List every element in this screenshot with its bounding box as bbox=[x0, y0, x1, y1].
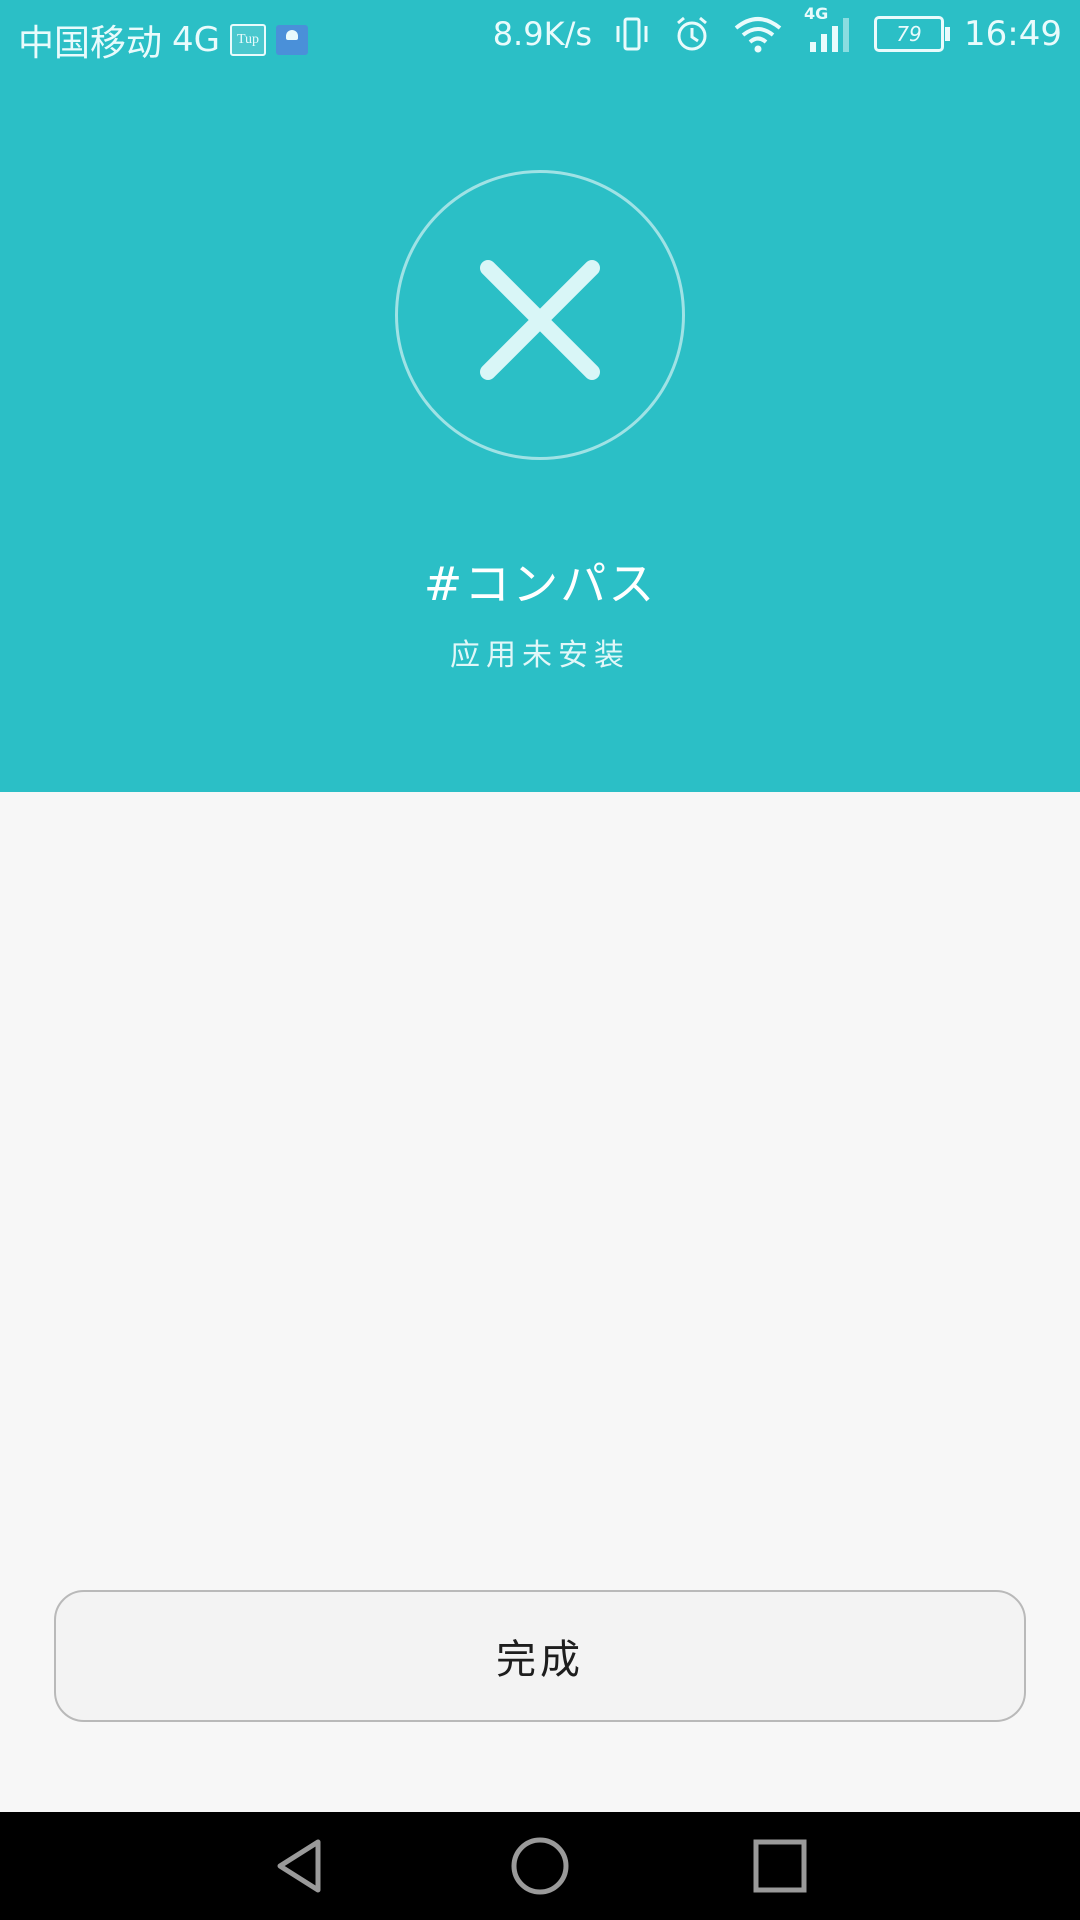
signal-4g-tag: 4G bbox=[804, 4, 829, 23]
install-status-text: 应用未安装 bbox=[450, 638, 630, 673]
x-icon bbox=[480, 260, 600, 380]
network-speed: 8.9K/s bbox=[492, 15, 593, 53]
result-header: 中国移动 4G Tup 8.9K/s 4G 79 16:49 #コンパス 应用未… bbox=[0, 0, 1080, 792]
battery-icon: 79 bbox=[874, 16, 951, 52]
wifi-icon bbox=[732, 14, 784, 54]
recents-icon[interactable] bbox=[748, 1834, 812, 1898]
home-icon[interactable] bbox=[508, 1834, 572, 1898]
tup-app-icon: Tup bbox=[230, 24, 266, 56]
health-app-icon bbox=[276, 25, 308, 55]
network-type: 4G bbox=[172, 20, 220, 60]
app-name: #コンパス bbox=[423, 557, 657, 611]
cell-signal-icon: 4G bbox=[804, 4, 854, 54]
navigation-bar bbox=[0, 1812, 1080, 1920]
carrier-label: 中国移动 bbox=[18, 23, 163, 64]
alarm-icon bbox=[672, 14, 712, 54]
vibrate-icon bbox=[612, 14, 652, 54]
clock: 16:49 bbox=[964, 14, 1062, 54]
back-icon[interactable] bbox=[268, 1834, 332, 1898]
status-bar: 中国移动 4G Tup 8.9K/s 4G 79 16:49 bbox=[0, 0, 1080, 76]
done-button[interactable]: 完成 bbox=[54, 1590, 1026, 1722]
